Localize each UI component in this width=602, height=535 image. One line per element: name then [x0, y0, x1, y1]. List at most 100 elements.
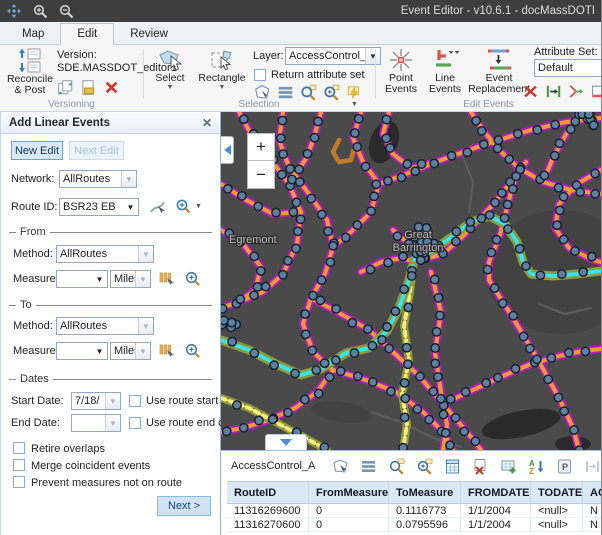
- map-canvas[interactable]: EgremontGreatBarrington: [221, 112, 601, 450]
- sort-icon[interactable]: AZ: [528, 458, 545, 475]
- from-method-value: AllRoutes: [57, 246, 138, 262]
- column-header[interactable]: FROMDATE: [461, 482, 531, 503]
- route-id-combo[interactable]: BSR23 EB▼: [59, 198, 139, 216]
- to-method-dropdown[interactable]: AllRoutes▼: [56, 317, 154, 335]
- table-cell: 0: [309, 518, 389, 531]
- rectangle-select-icon: [209, 47, 235, 73]
- field-calculator-icon[interactable]: [444, 458, 461, 475]
- attribute-set-label: Attribute Set:: [534, 46, 598, 58]
- map-zoom-control: + −: [247, 133, 275, 189]
- attribute-window-icon[interactable]: P: [556, 458, 573, 475]
- table-cell: <null>: [531, 518, 583, 531]
- merge-events-icon[interactable]: [568, 83, 585, 100]
- network-dropdown[interactable]: AllRoutes▼: [59, 170, 137, 188]
- from-measure-zoom-icon[interactable]: [184, 270, 202, 288]
- end-date-picker[interactable]: ▼: [71, 414, 121, 432]
- to-units-dropdown[interactable]: Miles▼: [110, 342, 151, 360]
- table-cell: <null>: [531, 504, 583, 517]
- map-zoom-out-button[interactable]: −: [247, 161, 275, 189]
- map-view[interactable]: EgremontGreatBarrington + −: [221, 112, 601, 450]
- use-route-start-checkbox[interactable]: [129, 395, 141, 407]
- ribbon-tabs: Map Edit Review: [0, 22, 601, 45]
- return-attribute-checkbox[interactable]: [254, 69, 266, 81]
- window-title: Event Editor - v10.6.1 - docMassDOTI: [401, 5, 595, 17]
- event-replacement-button[interactable]: Event Replacement: [468, 47, 530, 95]
- pan-icon[interactable]: [6, 3, 22, 19]
- to-method-label: Method:: [13, 320, 53, 332]
- next-edit-button[interactable]: Next Edit: [69, 141, 124, 160]
- group-label-selection: Selection: [143, 99, 375, 110]
- merge-coincident-label: Merge coincident events: [31, 460, 150, 472]
- chevron-down-icon: ▼: [195, 203, 202, 210]
- table-row[interactable]: 1131626960000.11167731/1/2004<null>N: [227, 504, 601, 518]
- use-route-end-checkbox[interactable]: [129, 417, 141, 429]
- delete-event-icon[interactable]: [522, 83, 539, 100]
- route-id-value: BSR23 EB: [60, 199, 123, 215]
- collapse-table-button[interactable]: [265, 434, 307, 450]
- zoom-out-icon[interactable]: [58, 3, 74, 19]
- column-header[interactable]: AC: [583, 482, 601, 503]
- line-events-button[interactable]: Line Events: [424, 47, 466, 95]
- collapse-panel-button[interactable]: [221, 136, 234, 164]
- delete-version-icon[interactable]: [103, 79, 120, 96]
- layer-dropdown[interactable]: AccessControl_A▼: [285, 47, 381, 65]
- route-zoom-button[interactable]: ▼: [175, 198, 202, 215]
- section-from: From: [9, 226, 212, 238]
- prevent-measures-checkbox[interactable]: [13, 476, 25, 488]
- to-measure-combo[interactable]: ▼: [56, 342, 108, 360]
- point-events-button[interactable]: Point Events: [380, 47, 422, 95]
- group-label-versioning: Versioning: [0, 99, 143, 110]
- tab-map[interactable]: Map: [6, 24, 60, 44]
- new-edit-button[interactable]: New Edit: [11, 141, 63, 160]
- select-features-icon[interactable]: [332, 458, 349, 475]
- retire-overlaps-checkbox[interactable]: [13, 442, 25, 454]
- to-units-value: Miles: [111, 343, 135, 359]
- zoom-in-icon[interactable]: [32, 3, 48, 19]
- add-linear-events-panel: Add Linear Events ✕ New Edit Next Edit N…: [0, 112, 221, 535]
- define-range-icon[interactable]: [545, 83, 562, 100]
- reconcile-post-button[interactable]: Reconcile & Post: [4, 47, 56, 96]
- clear-selection-icon[interactable]: [472, 458, 489, 475]
- return-attribute-label: Return attribute set: [271, 69, 365, 81]
- map-zoom-in-button[interactable]: +: [247, 133, 275, 161]
- select-icon: [157, 47, 183, 73]
- to-measure-zoom-icon[interactable]: [184, 342, 202, 360]
- start-date-picker[interactable]: 7/18/▼: [71, 392, 121, 410]
- show-selected-icon[interactable]: [360, 458, 377, 475]
- attribute-table-panel: AccessControl_A AZ P S RouteIDFromMeasur…: [221, 450, 601, 535]
- add-record-icon[interactable]: [500, 458, 517, 475]
- event-attributes-window-icon[interactable]: [591, 83, 602, 100]
- new-version-icon[interactable]: [80, 79, 97, 96]
- table-layer-name[interactable]: AccessControl_A: [231, 460, 315, 472]
- change-version-icon[interactable]: [57, 79, 74, 96]
- attribute-table: RouteIDFromMeasureToMeasureFROMDATETODAT…: [227, 481, 601, 532]
- pan-to-selected-icon[interactable]: [416, 458, 433, 475]
- from-measure-combo[interactable]: ▼: [56, 270, 108, 288]
- to-measure-on-map-icon[interactable]: [158, 342, 176, 360]
- select-route-on-map-icon[interactable]: [149, 198, 167, 216]
- attribute-set-value: Default: [535, 60, 602, 76]
- svg-text:P: P: [562, 462, 568, 472]
- table-cell: 0.1116773: [389, 504, 461, 517]
- column-header[interactable]: FromMeasure: [309, 482, 389, 503]
- attribute-set-dropdown[interactable]: Default: [534, 59, 602, 77]
- tab-review[interactable]: Review: [114, 24, 184, 44]
- column-header[interactable]: RouteID: [227, 482, 309, 503]
- from-units-dropdown[interactable]: Miles▼: [110, 270, 151, 288]
- from-measure-on-map-icon[interactable]: [158, 270, 176, 288]
- merge-coincident-checkbox[interactable]: [13, 459, 25, 471]
- column-header[interactable]: TODATE: [531, 482, 583, 503]
- table-row[interactable]: 1131627060000.07955961/1/2004<null>N: [227, 518, 601, 532]
- column-header[interactable]: ToMeasure: [389, 482, 461, 503]
- chevron-down-icon: ▼: [105, 415, 120, 431]
- select-button[interactable]: Select ▼: [148, 47, 192, 91]
- line-events-label: Line Events: [424, 73, 466, 95]
- end-date-value: [72, 415, 105, 431]
- rectangle-button[interactable]: Rectangle ▼: [196, 47, 248, 91]
- zoom-to-selected-icon[interactable]: [388, 458, 405, 475]
- close-icon[interactable]: ✕: [202, 116, 212, 130]
- tab-edit[interactable]: Edit: [60, 23, 114, 45]
- next-button[interactable]: Next >: [157, 496, 211, 516]
- from-method-dropdown[interactable]: AllRoutes▼: [56, 245, 154, 263]
- table-header-row: RouteIDFromMeasureToMeasureFROMDATETODAT…: [227, 481, 601, 504]
